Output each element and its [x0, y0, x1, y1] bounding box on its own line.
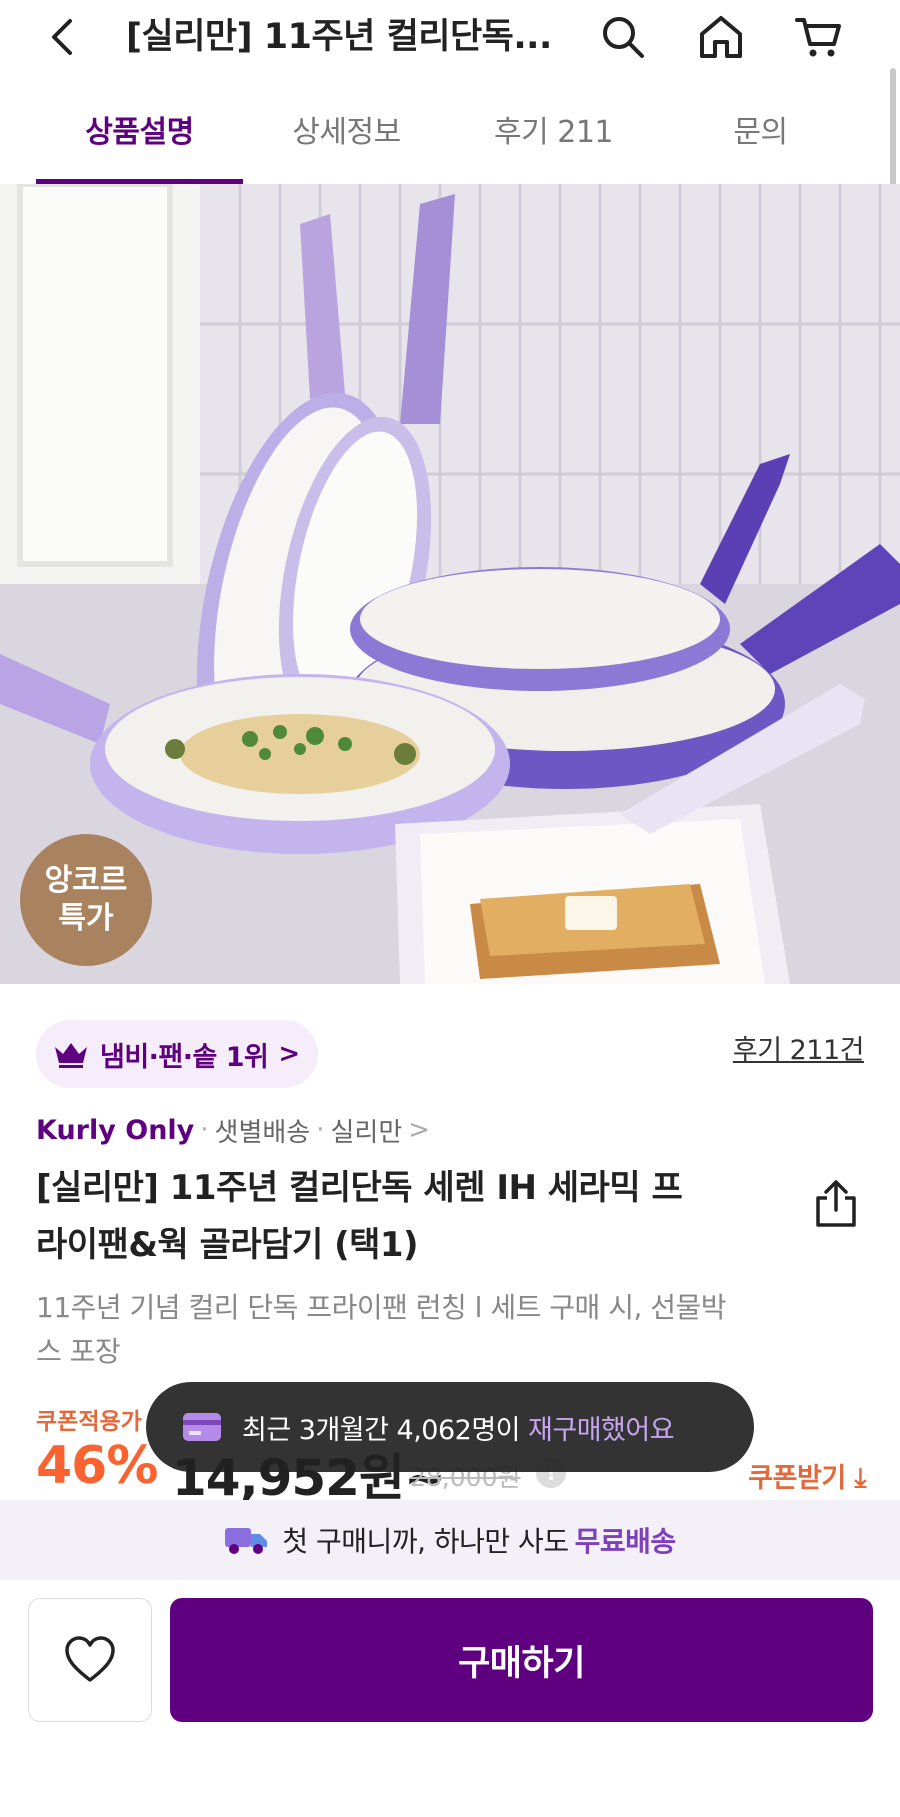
home-button[interactable] [696, 12, 746, 62]
review-count-link[interactable]: 후기 211건 [733, 1028, 865, 1067]
product-meta: Kurly Only · 샛별배송 · 실리만 > [36, 1110, 436, 1150]
meta-separator: · [316, 1115, 325, 1145]
meta-separator: · [200, 1115, 209, 1145]
tab-description[interactable]: 상품설명 [36, 74, 243, 184]
back-button[interactable] [40, 12, 90, 62]
brand-link[interactable]: 실리만 [331, 1112, 403, 1149]
search-icon [603, 17, 644, 58]
back-icon [52, 19, 72, 55]
cart-button[interactable] [794, 12, 844, 62]
product-title-line-1: [실리만] 11주년 컬리단독 세렌 IH 세라믹 프 [36, 1168, 683, 1208]
buy-button[interactable]: 구매하기 [170, 1598, 873, 1722]
discount-rate: 46% [36, 1436, 158, 1496]
toast-text: 최근 3개월간 4,062명이 [242, 1414, 521, 1446]
page-title: [실리만] 11주년 컬리단독... [126, 17, 552, 57]
kurly-only-label: Kurly Only [36, 1114, 195, 1146]
share-button[interactable] [810, 1178, 862, 1230]
wishlist-button[interactable] [28, 1598, 152, 1722]
tab-inquiry[interactable]: 문의 [657, 74, 864, 184]
heart-icon [65, 1636, 115, 1682]
encore-sale-badge: 앙코르 특가 [20, 834, 152, 966]
product-description-line-1: 11주년 기념 컬리 단독 프라이팬 런칭 l 세트 구매 시, 선물박 [36, 1291, 727, 1324]
free-shipping-text: 첫 구매니까, 하나만 사도 무료배송 [282, 1520, 677, 1560]
card-icon [183, 1413, 221, 1441]
toast-highlight: 재구매했어요 [528, 1414, 675, 1446]
top-header: [실리만] 11주년 컬리단독... [0, 0, 900, 74]
delivery-type: 샛별배송 [214, 1117, 311, 1148]
product-title-line-2: 라이팬&웍 골라담기 (택1) [36, 1225, 419, 1265]
share-icon [816, 1180, 856, 1227]
badge-line-1: 앙코르 [44, 863, 128, 898]
get-coupon-button[interactable]: 쿠폰받기 ⤓ [748, 1456, 866, 1495]
chevron-right-icon: > [278, 1039, 301, 1069]
repurchase-toast: 최근 3개월간 4,062명이 재구매했어요 [146, 1382, 754, 1472]
product-description: 11주년 기념 컬리 단독 프라이팬 런칭 l 세트 구매 시, 선물박 스 포… [36, 1286, 766, 1374]
home-icon [700, 16, 742, 58]
coupon-price-label: 쿠폰적용가 [36, 1409, 142, 1435]
product-description-line-2: 스 포장 [36, 1335, 121, 1368]
product-tabs: 상품설명 상세정보 후기 211 문의 [0, 74, 900, 184]
search-button[interactable] [598, 12, 648, 62]
chevron-right-icon: > [408, 1115, 431, 1145]
category-rank-chip[interactable]: 냄비·팬·솥 1위 > [36, 1020, 319, 1088]
badge-line-2: 특가 [58, 901, 114, 936]
tab-reviews[interactable]: 후기 211 [450, 74, 657, 184]
free-shipping-banner: 첫 구매니까, 하나만 사도 무료배송 [0, 1500, 900, 1580]
crown-icon [55, 1043, 87, 1068]
bottom-action-bar: 구매하기 [0, 1580, 900, 1817]
truck-icon [225, 1528, 268, 1554]
cart-icon [795, 18, 841, 57]
free-shipping-highlight: 무료배송 [574, 1525, 677, 1558]
product-title: [실리만] 11주년 컬리단독 세렌 IH 세라믹 프 라이팬&웍 골라담기 (… [36, 1160, 756, 1274]
toast-message: 최근 3개월간 4,062명이 재구매했어요 [242, 1408, 675, 1447]
rank-label: 냄비·팬·솥 1위 [100, 1041, 269, 1073]
free-shipping-message: 첫 구매니까, 하나만 사도 [282, 1525, 569, 1558]
tab-detail-info[interactable]: 상세정보 [243, 74, 450, 184]
